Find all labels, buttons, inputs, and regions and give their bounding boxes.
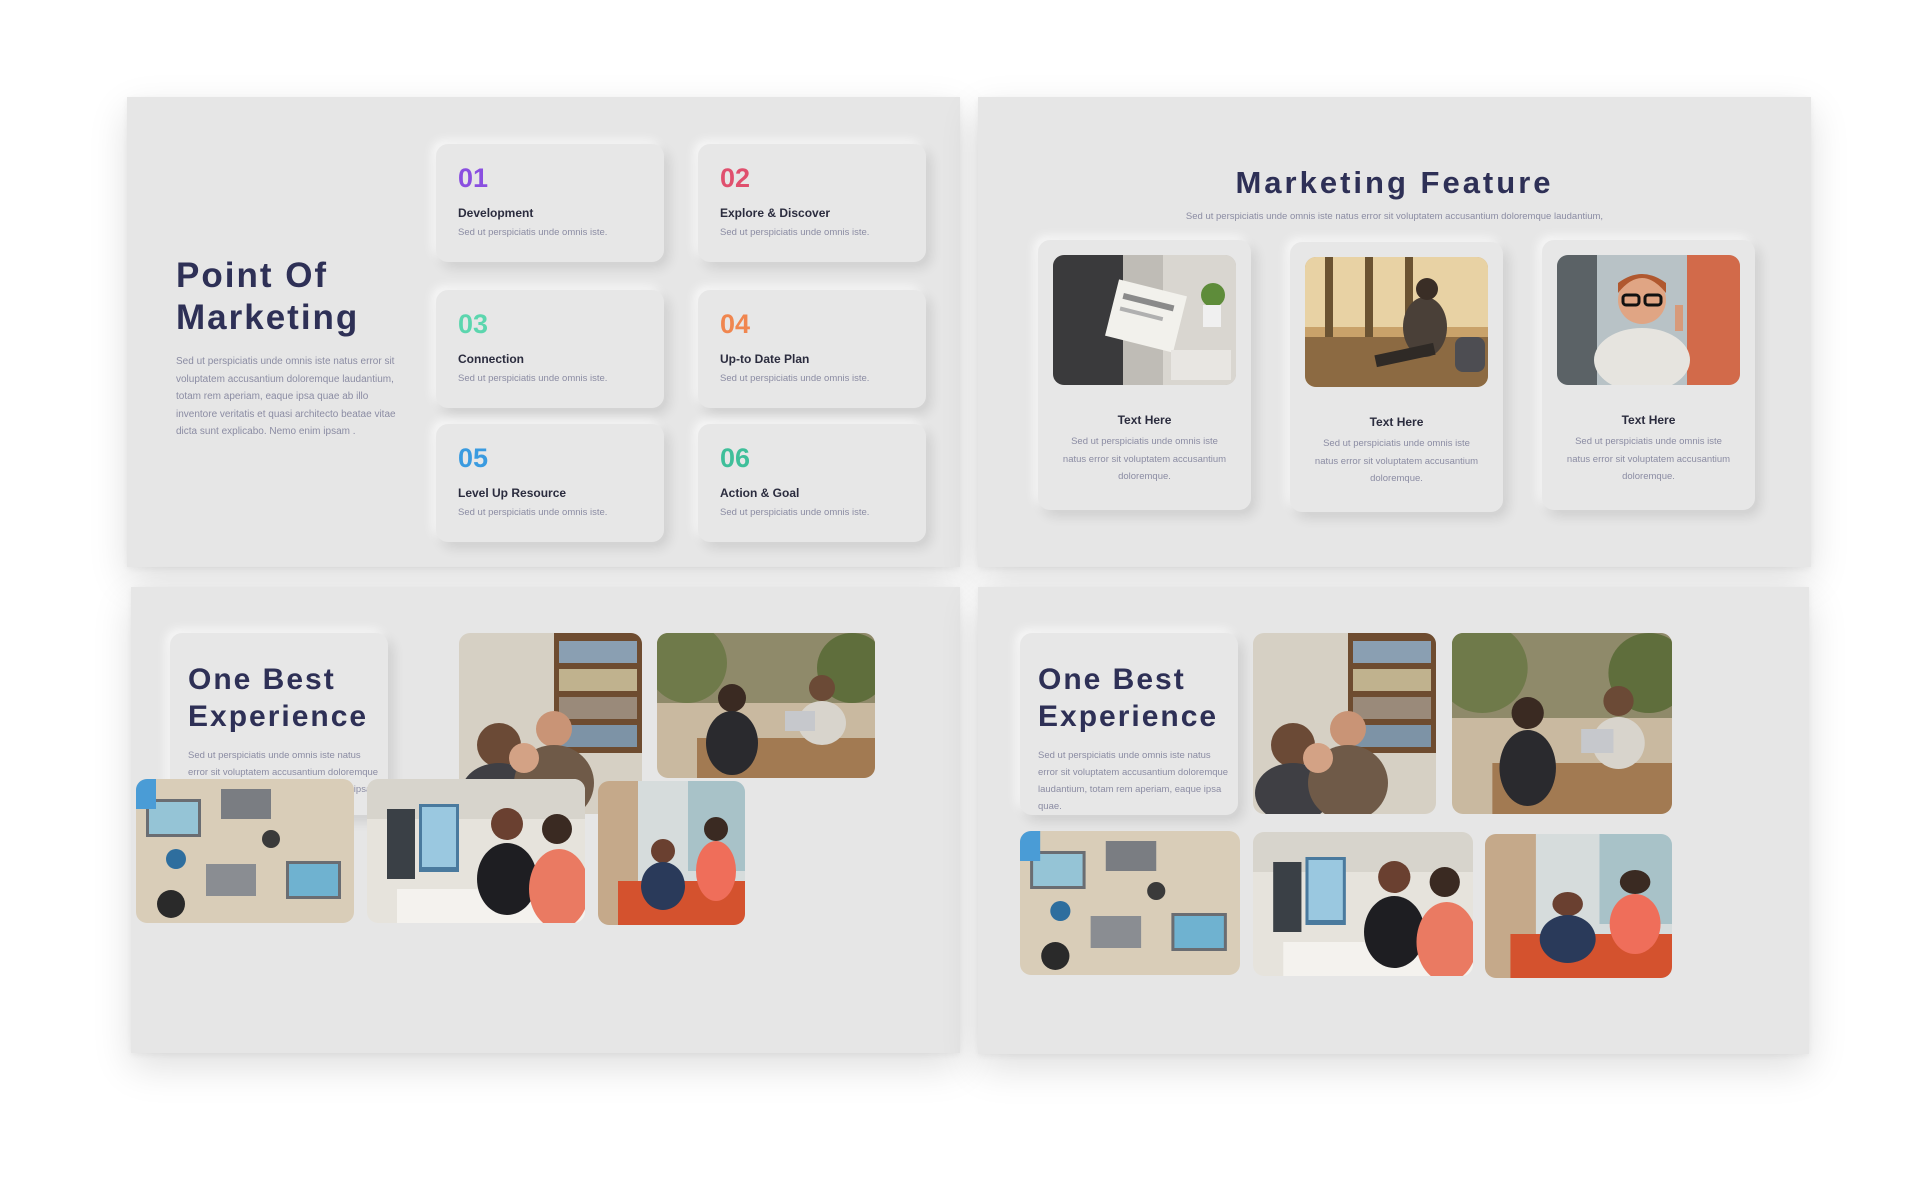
feature-card-level-up-resource: 05 Level Up Resource Sed ut perspiciatis… (436, 424, 664, 542)
feature-text-card: Text Here Sed ut perspiciatis unde omnis… (1038, 240, 1251, 510)
slide-title: One Best Experience (1038, 663, 1219, 733)
feature-text-card: Text Here Sed ut perspiciatis unde omnis… (1290, 242, 1503, 512)
card-title: Text Here (1117, 413, 1172, 427)
feature-description: Sed ut perspiciatis unde omnis iste. (458, 227, 608, 238)
feature-number: 01 (458, 163, 489, 193)
feature-description: Sed ut perspiciatis unde omnis iste. (720, 507, 870, 518)
card-title: Text Here (1621, 413, 1676, 427)
cafe-meeting-photo (1452, 633, 1672, 814)
slide-title: One Best Experience (188, 663, 369, 733)
slide-one-best-experience: One Best Experience Sed ut perspiciatis … (131, 587, 960, 1053)
slide-body-text: Sed ut perspiciatis unde omnis iste natu… (176, 356, 396, 437)
women-at-computer-photo (1253, 832, 1473, 976)
feature-label: Development (458, 206, 534, 220)
feature-card-up-to-date-plan: 04 Up-to Date Plan Sed ut perspiciatis u… (698, 290, 926, 408)
feature-number: 03 (458, 309, 489, 339)
cafe-meeting-photo (657, 633, 875, 778)
feature-number: 06 (720, 443, 751, 473)
feature-label: Action & Goal (720, 486, 800, 500)
feature-description: Sed ut perspiciatis unde omnis iste. (458, 507, 608, 518)
feature-card-connection: 03 Connection Sed ut perspiciatis unde o… (436, 290, 664, 408)
experience-text-card: One Best Experience Sed ut perspiciatis … (1020, 633, 1238, 815)
feature-description: Sed ut perspiciatis unde omnis iste. (720, 227, 870, 238)
feature-number: 04 (720, 309, 751, 339)
women-on-sofa-photo (598, 781, 745, 925)
feature-label: Connection (458, 352, 524, 366)
feature-description: Sed ut perspiciatis unde omnis iste. (458, 373, 608, 384)
slide-marketing-feature: Marketing Feature Sed ut perspiciatis un… (978, 97, 1811, 567)
man-writing-on-glass-photo (1557, 255, 1740, 385)
slide-one-best-experience-copy: One Best Experience Sed ut perspiciatis … (978, 587, 1809, 1054)
feature-number: 02 (720, 163, 751, 193)
women-at-computer-photo (367, 779, 585, 923)
feature-number: 05 (458, 443, 489, 473)
women-on-sofa-photo (1485, 834, 1672, 978)
team-at-bookshelf-photo (1253, 633, 1436, 814)
slide-title: Marketing Feature (1235, 165, 1554, 200)
card-description: Sed ut perspiciatis unde omnis iste natu… (1062, 436, 1227, 482)
feature-card-explore-discover: 02 Explore & Discover Sed ut perspiciati… (698, 144, 926, 262)
newspaper-photo (1053, 255, 1236, 385)
desk-overhead-laptops-photo (136, 779, 354, 923)
feature-label: Level Up Resource (458, 486, 567, 500)
feature-card-action-goal: 06 Action & Goal Sed ut perspiciatis und… (698, 424, 926, 542)
man-with-laptop-photo (1305, 257, 1488, 387)
feature-text-card: Text Here Sed ut perspiciatis unde omnis… (1542, 240, 1755, 510)
feature-label: Explore & Discover (720, 206, 831, 220)
desk-overhead-laptops-photo (1020, 831, 1240, 975)
slide-title: Point Of Marketing (176, 256, 360, 337)
feature-label: Up-to Date Plan (720, 352, 810, 366)
slide-body-text: Sed ut perspiciatis unde omnis iste natu… (1038, 750, 1229, 812)
card-description: Sed ut perspiciatis unde omnis iste natu… (1566, 436, 1731, 482)
card-title: Text Here (1369, 415, 1424, 429)
slide-point-of-marketing: Point Of Marketing Sed ut perspiciatis u… (127, 97, 960, 567)
slide-subtitle: Sed ut perspiciatis unde omnis iste natu… (1185, 211, 1604, 222)
card-description: Sed ut perspiciatis unde omnis iste natu… (1314, 438, 1479, 484)
feature-description: Sed ut perspiciatis unde omnis iste. (720, 373, 870, 384)
feature-card-development: 01 Development Sed ut perspiciatis unde … (436, 144, 664, 262)
